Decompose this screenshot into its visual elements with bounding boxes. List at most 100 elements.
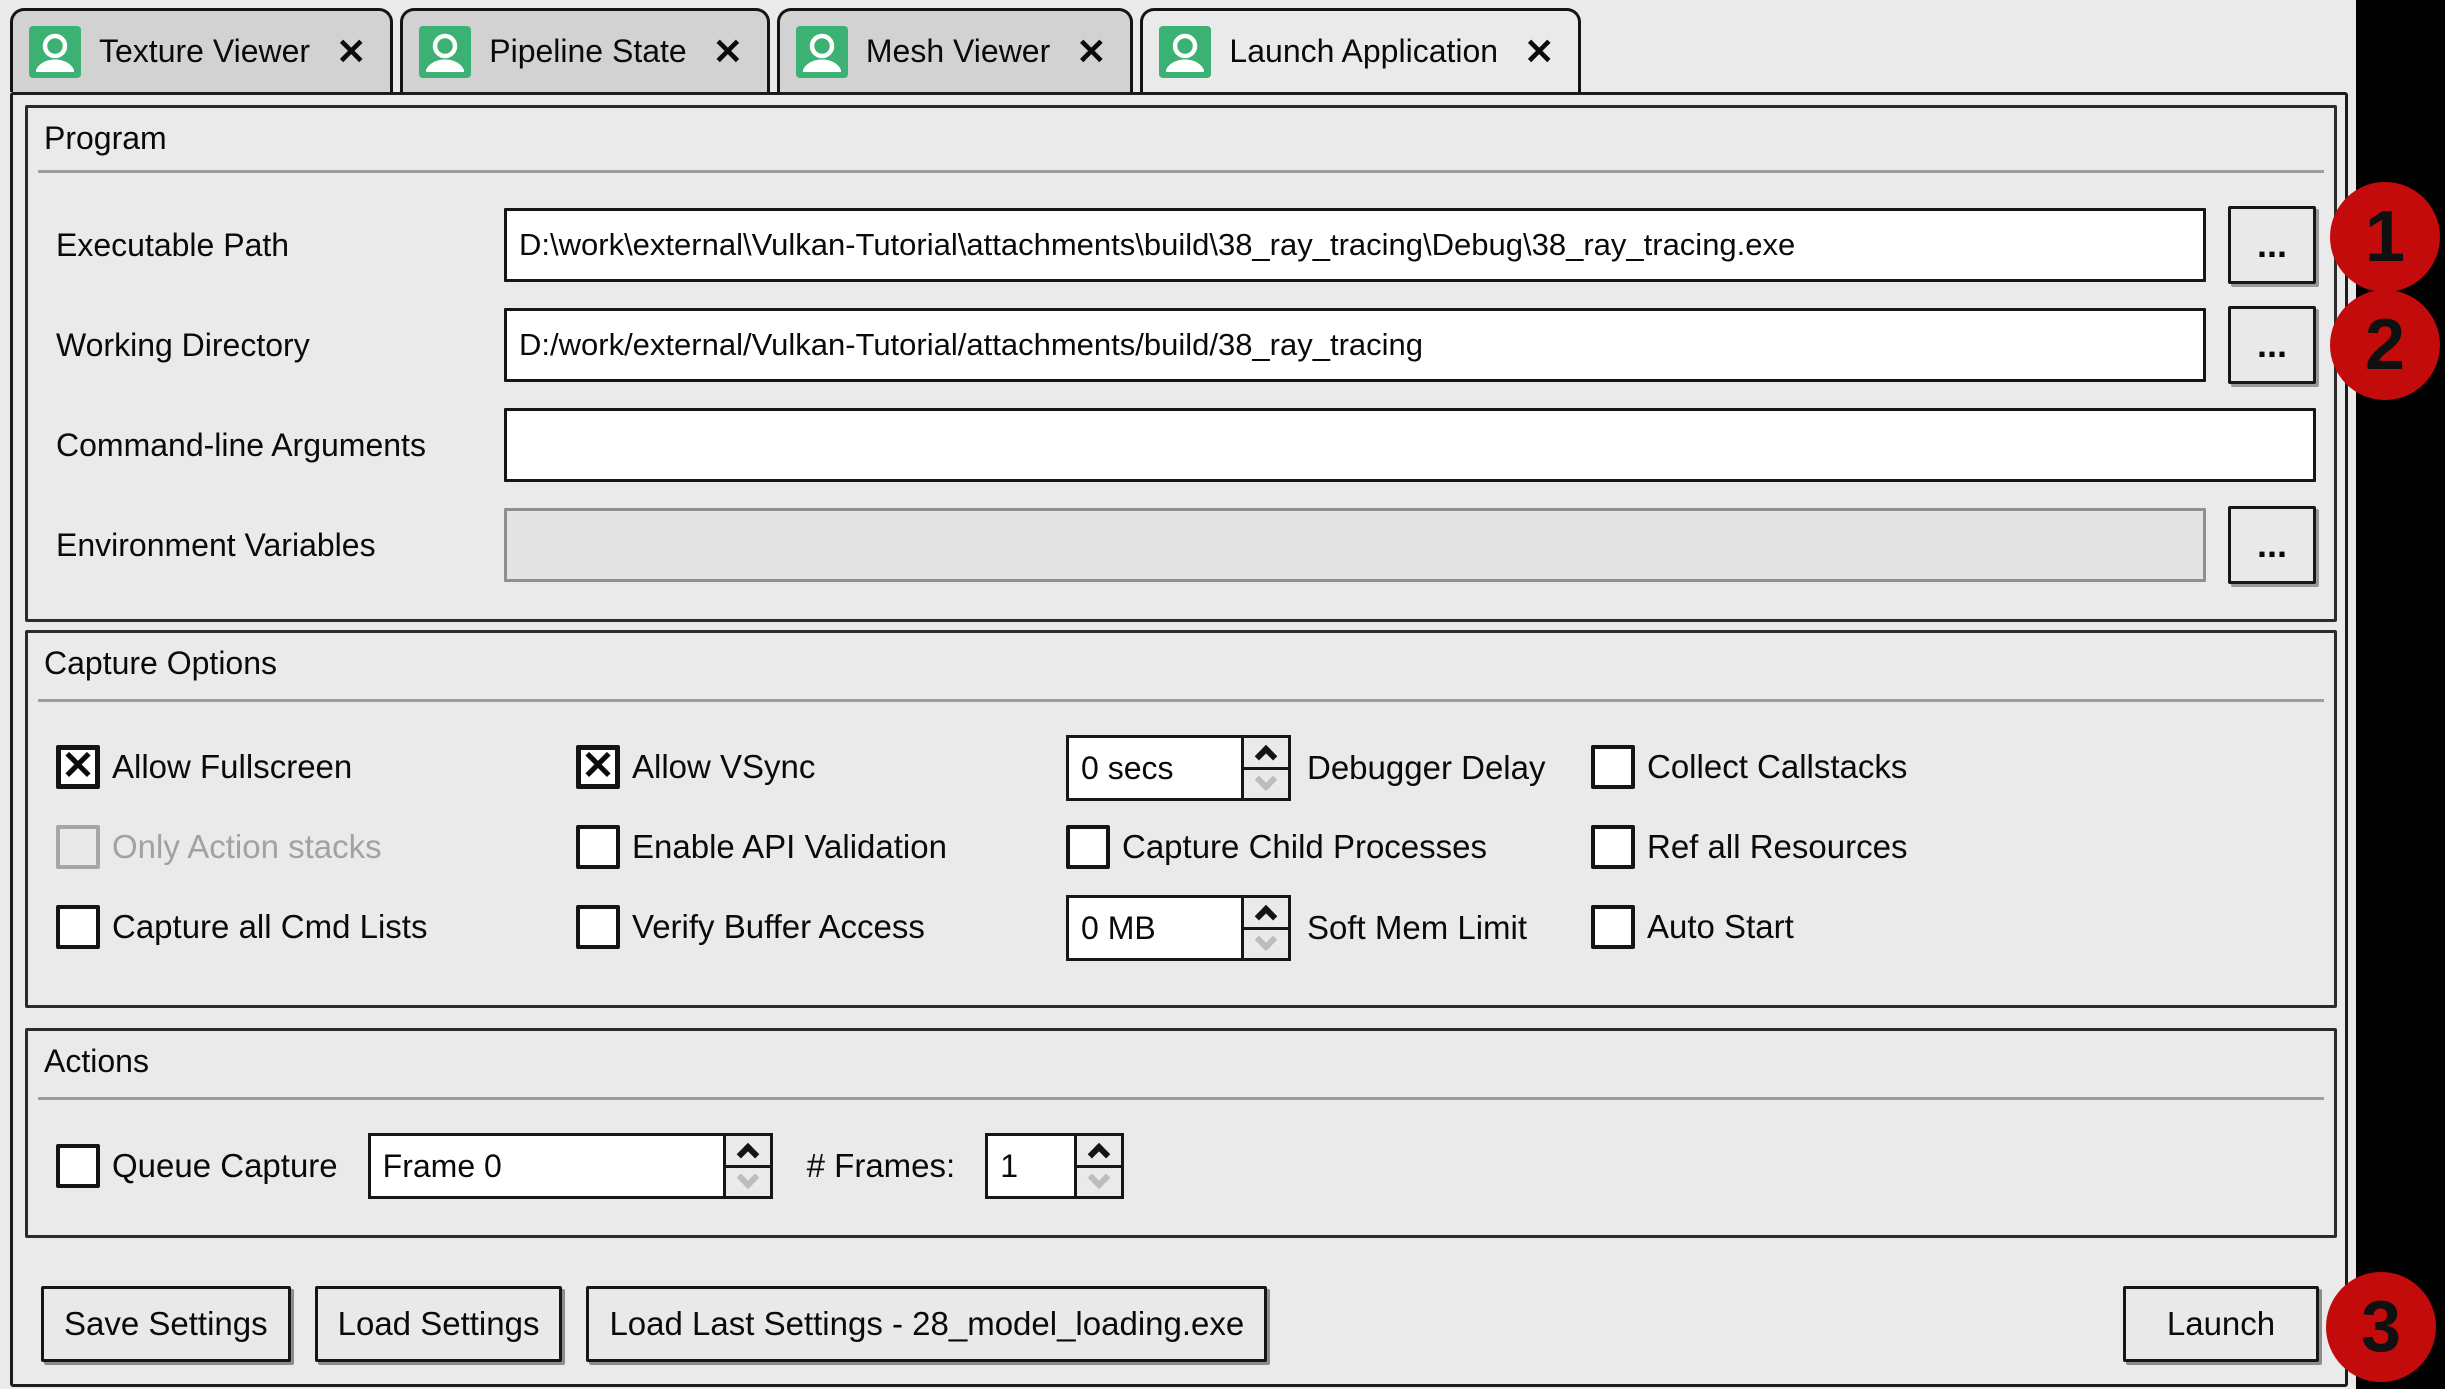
chevron-down-icon [1255,928,1278,951]
program-group: Program Executable Path ... Working Dire… [25,105,2337,622]
annotation-badge-1: 1 [2330,182,2440,292]
spin-down-button[interactable] [1077,1168,1121,1197]
checkbox-only-action-stacks: Only Action stacks [56,825,382,869]
checkbox-allow-vsync[interactable]: ✕ Allow VSync [576,745,815,789]
spin-down-button[interactable] [1244,770,1288,799]
spin-down-button[interactable] [1244,930,1288,959]
working-directory-row: Working Directory ... [56,305,2316,385]
group-separator [38,1097,2324,1100]
spin-up-button[interactable] [1244,898,1288,930]
executable-path-label: Executable Path [56,227,504,264]
checkbox-box[interactable]: ✕ [576,745,620,789]
checkbox-label: Queue Capture [112,1147,338,1185]
command-line-arguments-row: Command-line Arguments [56,405,2316,485]
renderdoc-window: Texture Viewer ✕ Pipeline State ✕ Mesh V… [0,0,2356,1389]
soft-mem-limit-label: Soft Mem Limit [1307,909,1527,947]
chevron-up-icon [736,1143,759,1166]
working-directory-browse-button[interactable]: ... [2228,306,2316,384]
environment-variables-row: Environment Variables ... [56,505,2316,585]
checkbox-box[interactable] [1591,745,1635,789]
environment-variables-label: Environment Variables [56,527,504,564]
group-separator [38,699,2324,702]
spin-up-button[interactable] [726,1136,770,1168]
chevron-up-icon [1255,905,1278,928]
checkbox-box[interactable]: ✕ [56,745,100,789]
queue-frame-input[interactable] [368,1133,726,1199]
checkbox-box[interactable] [56,905,100,949]
footer-button-row: Save Settings Load Settings Load Last Se… [41,1285,2319,1363]
actions-row: Queue Capture # Frames: [56,1131,1124,1201]
chevron-down-icon [736,1166,759,1189]
soft-mem-limit-input[interactable] [1066,895,1244,961]
launch-application-panel: Program Executable Path ... Working Dire… [10,92,2348,1387]
working-directory-input[interactable] [504,308,2206,382]
spinner-arrows [1074,1133,1124,1199]
tab-bar: Texture Viewer ✕ Pipeline State ✕ Mesh V… [10,8,1581,92]
spinbox [1066,735,1291,801]
chevron-up-icon [1255,745,1278,768]
checkbox-verify-buffer-access[interactable]: Verify Buffer Access [576,905,925,949]
load-last-settings-button[interactable]: Load Last Settings - 28_model_loading.ex… [586,1286,1267,1362]
checkbox-label: Capture all Cmd Lists [112,908,427,946]
group-separator [38,170,2324,173]
spinbox [1066,895,1291,961]
checkbox-box[interactable] [1066,825,1110,869]
checkbox-box[interactable] [56,1144,100,1188]
debugger-delay-input[interactable] [1066,735,1244,801]
capture-options-group: Capture Options ✕ Allow Fullscreen ✕ All… [25,630,2337,1008]
tab-label: Mesh Viewer [866,33,1050,70]
working-directory-label: Working Directory [56,327,504,364]
checkbox-capture-all-cmd-lists[interactable]: Capture all Cmd Lists [56,905,427,949]
checkbox-box[interactable] [576,825,620,869]
renderdoc-logo-icon [796,26,848,78]
soft-mem-limit-spinner: Soft Mem Limit [1066,895,1527,961]
tab-label: Pipeline State [489,33,686,70]
tab-launch-application[interactable]: Launch Application ✕ [1140,8,1581,92]
tab-close-icon[interactable]: ✕ [1524,34,1554,70]
command-line-arguments-input[interactable] [504,408,2316,482]
checkbox-collect-callstacks[interactable]: Collect Callstacks [1591,745,1907,789]
checkbox-allow-fullscreen[interactable]: ✕ Allow Fullscreen [56,745,352,789]
spin-up-button[interactable] [1077,1136,1121,1168]
checkbox-capture-child-processes[interactable]: Capture Child Processes [1066,825,1487,869]
save-settings-button[interactable]: Save Settings [41,1286,291,1362]
debugger-delay-spinner: Debugger Delay [1066,735,1545,801]
num-frames-input[interactable] [985,1133,1077,1199]
tab-close-icon[interactable]: ✕ [336,34,366,70]
launch-button[interactable]: Launch [2123,1286,2319,1362]
spin-up-button[interactable] [1244,738,1288,770]
debugger-delay-label: Debugger Delay [1307,749,1545,787]
num-frames-label: # Frames: [807,1147,956,1185]
tab-close-icon[interactable]: ✕ [713,34,743,70]
tab-close-icon[interactable]: ✕ [1076,34,1106,70]
check-x-icon: ✕ [581,746,615,786]
spin-down-button[interactable] [726,1168,770,1197]
checkbox-auto-start[interactable]: Auto Start [1591,905,1794,949]
annotation-badge-3: 3 [2326,1272,2436,1382]
executable-path-input[interactable] [504,208,2206,282]
tab-label: Texture Viewer [99,33,310,70]
checkbox-label: Enable API Validation [632,828,947,866]
program-group-title: Program [44,120,167,157]
tab-mesh-viewer[interactable]: Mesh Viewer ✕ [777,8,1134,92]
spinner-arrows [1241,735,1291,801]
renderdoc-logo-icon [1159,26,1211,78]
checkbox-box[interactable] [1591,825,1635,869]
tab-texture-viewer[interactable]: Texture Viewer ✕ [10,8,393,92]
checkbox-label: Auto Start [1647,908,1794,946]
chevron-down-icon [1255,768,1278,791]
checkbox-label: Only Action stacks [112,828,382,866]
checkbox-enable-api-validation[interactable]: Enable API Validation [576,825,947,869]
tab-pipeline-state[interactable]: Pipeline State ✕ [400,8,770,92]
checkbox-box[interactable] [1591,905,1635,949]
executable-path-browse-button[interactable]: ... [2228,206,2316,284]
renderdoc-logo-icon [419,26,471,78]
environment-variables-browse-button[interactable]: ... [2228,506,2316,584]
spinner-arrows [1241,895,1291,961]
checkbox-queue-capture[interactable]: Queue Capture [56,1144,338,1188]
load-settings-button[interactable]: Load Settings [315,1286,563,1362]
num-frames-spinbox [985,1133,1124,1199]
checkbox-box[interactable] [576,905,620,949]
check-x-icon: ✕ [61,746,95,786]
checkbox-ref-all-resources[interactable]: Ref all Resources [1591,825,1907,869]
